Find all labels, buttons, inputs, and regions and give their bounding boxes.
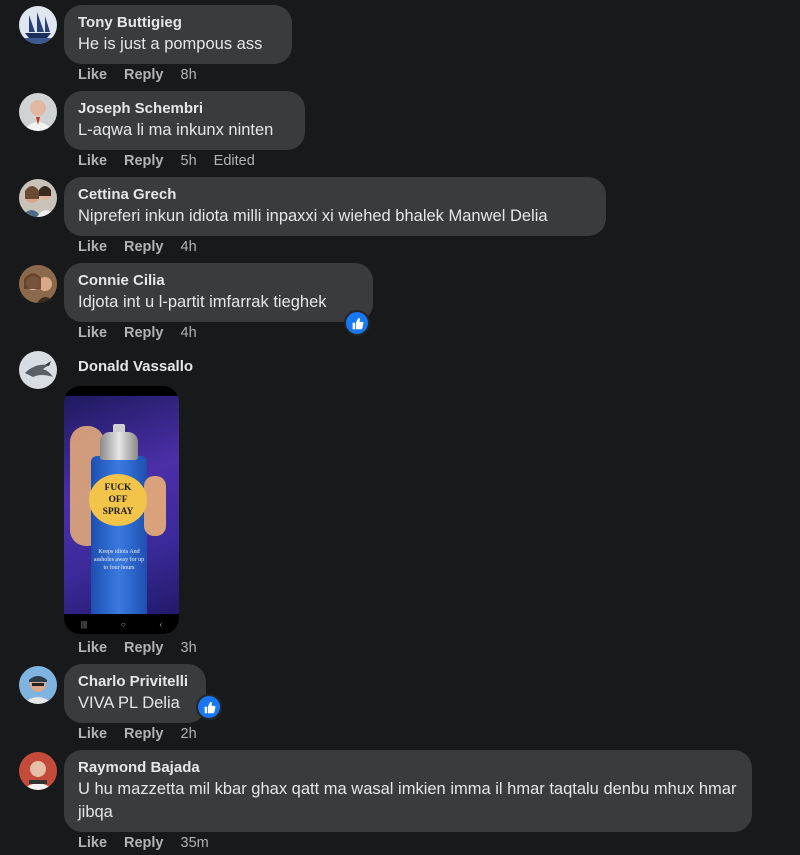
like-button[interactable]: Like (78, 239, 107, 255)
like-icon (204, 701, 215, 713)
like-button[interactable]: Like (78, 835, 107, 851)
comment-time[interactable]: 8h (181, 67, 197, 83)
people-avatar-icon (19, 265, 57, 303)
person-avatar-icon (19, 666, 57, 704)
hand-shape (144, 476, 166, 536)
comment-actions: Like Reply 8h (78, 67, 214, 83)
comment-author[interactable]: Connie Cilia (78, 271, 359, 291)
comment-author[interactable]: Cettina Grech (78, 185, 592, 205)
avatar[interactable] (19, 93, 57, 131)
bird-avatar-icon (19, 351, 57, 389)
ship-avatar-icon (19, 6, 57, 44)
reply-button[interactable]: Reply (124, 835, 164, 851)
comment-text: L-aqwa li ma inkunx ninten (78, 121, 274, 139)
comment-actions: Like Reply 4h (78, 239, 214, 255)
spray-small-text: Keeps idiots And assholes away for up to… (93, 549, 145, 571)
comment-author[interactable]: Charlo Privitelli (78, 672, 192, 692)
avatar[interactable] (19, 351, 57, 389)
like-button[interactable]: Like (78, 67, 107, 83)
avatar[interactable] (19, 265, 57, 303)
comment-time[interactable]: 3h (181, 640, 197, 656)
avatar[interactable] (19, 666, 57, 704)
like-button[interactable]: Like (78, 726, 107, 742)
comment-text: U hu mazzetta mil kbar ghax qatt ma wasa… (78, 780, 737, 821)
comment-text: Nipreferi inkun idiota milli inpaxxi xi … (78, 207, 548, 225)
comment-author[interactable]: Raymond Bajada (78, 758, 738, 778)
comment-bubble: Connie Cilia Idjota int u l-partit imfar… (64, 263, 373, 322)
comment-author[interactable]: Donald Vassallo (78, 358, 193, 375)
comment-time[interactable]: 4h (181, 325, 197, 341)
comment-time[interactable]: 2h (181, 726, 197, 742)
reply-button[interactable]: Reply (124, 325, 164, 341)
phone-navbar: ||| ○ ‹ (64, 614, 179, 634)
comment-actions: Like Reply 2h (78, 726, 214, 742)
like-button[interactable]: Like (78, 153, 107, 169)
home-icon: ○ (120, 619, 126, 629)
spray-can-image: FUCK OFF SPRAY Keeps idiots And assholes… (64, 396, 179, 614)
avatar[interactable] (19, 752, 57, 790)
edited-label[interactable]: Edited (214, 153, 255, 169)
person-avatar-icon (19, 752, 57, 790)
person-avatar-icon (19, 93, 57, 131)
avatar[interactable] (19, 179, 57, 217)
comment-image[interactable]: FUCK OFF SPRAY Keeps idiots And assholes… (64, 386, 179, 634)
back-icon: ‹ (159, 619, 163, 629)
comment-actions: Like Reply 4h (78, 325, 214, 341)
spray-label: FUCK OFF SPRAY (89, 474, 147, 526)
menu-icon: ||| (80, 619, 88, 629)
like-icon (352, 317, 363, 329)
comment-text: He is just a pompous ass (78, 35, 263, 53)
comment-bubble: Cettina Grech Nipreferi inkun idiota mil… (64, 177, 606, 236)
comment-bubble: Joseph Schembri L-aqwa li ma inkunx nint… (64, 91, 305, 150)
reply-button[interactable]: Reply (124, 67, 164, 83)
reply-button[interactable]: Reply (124, 153, 164, 169)
comment-bubble: Tony Buttigieg He is just a pompous ass (64, 5, 292, 64)
comment-time[interactable]: 5h (181, 153, 197, 169)
comment-actions: Like Reply 5h Edited (78, 153, 272, 169)
comment-actions: Like Reply 35m (78, 835, 226, 851)
comment-text: VIVA PL Delia (78, 694, 180, 712)
reply-button[interactable]: Reply (124, 640, 164, 656)
reply-button[interactable]: Reply (124, 239, 164, 255)
spray-label-line: OFF (108, 495, 128, 505)
like-button[interactable]: Like (78, 325, 107, 341)
people-avatar-icon (19, 179, 57, 217)
comment-actions: Like Reply 3h (78, 640, 214, 656)
spray-label-line: FUCK (104, 483, 132, 493)
avatar[interactable] (19, 6, 57, 44)
comment-text: Idjota int u l-partit imfarrak tieghek (78, 293, 327, 311)
comment-author[interactable]: Joseph Schembri (78, 99, 291, 119)
reply-button[interactable]: Reply (124, 726, 164, 742)
comment-time[interactable]: 35m (181, 835, 209, 851)
like-reaction[interactable] (344, 310, 370, 336)
like-reaction[interactable] (196, 694, 222, 720)
comment-time[interactable]: 4h (181, 239, 197, 255)
comment-bubble: Charlo Privitelli VIVA PL Delia (64, 664, 206, 723)
spray-label-line: SPRAY (102, 507, 134, 517)
cap-shape (100, 432, 138, 460)
comment-author[interactable]: Tony Buttigieg (78, 13, 278, 33)
comment-bubble: Raymond Bajada U hu mazzetta mil kbar gh… (64, 750, 752, 832)
like-button[interactable]: Like (78, 640, 107, 656)
